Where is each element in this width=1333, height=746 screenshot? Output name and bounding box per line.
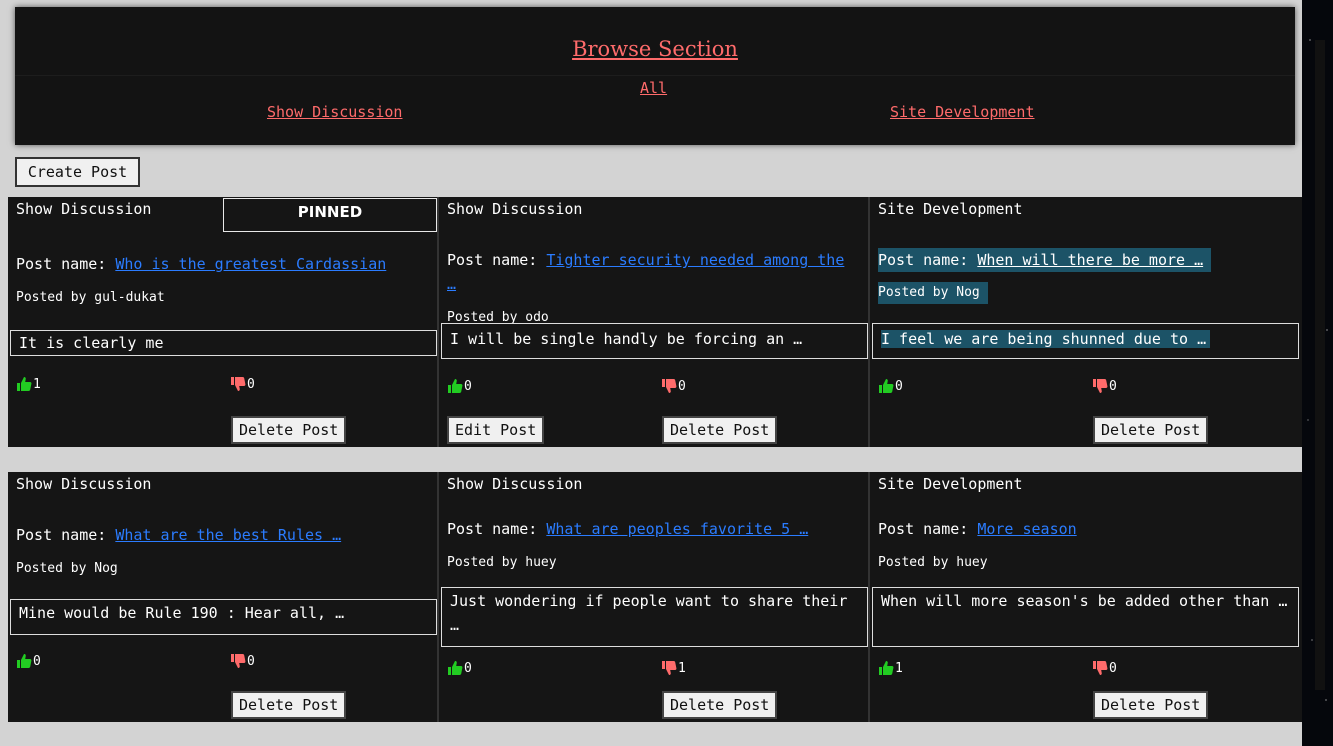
thumbs-up-icon	[879, 661, 894, 675]
upvote[interactable]: 0	[447, 378, 472, 394]
post-category: Site Development	[878, 200, 1023, 218]
downvote[interactable]: 0	[230, 653, 255, 669]
downvote[interactable]: 1	[661, 660, 686, 676]
post-category: Show Discussion	[16, 475, 152, 493]
post-name-link[interactable]: Who is the greatest Cardassian	[115, 255, 386, 273]
thumbs-up-icon	[448, 379, 463, 393]
post-card: Show Discussion PINNED Post name: Who is…	[8, 197, 439, 447]
delete-post-button[interactable]: Delete Post	[231, 691, 347, 719]
thumbs-up-icon	[17, 654, 32, 668]
post-category: Site Development	[878, 475, 1023, 493]
posts-row: Show Discussion PINNED Post name: Who is…	[8, 197, 1302, 447]
pinned-badge: PINNED	[223, 198, 437, 232]
delete-post-button[interactable]: Delete Post	[1093, 691, 1209, 719]
downvote-count: 0	[678, 378, 686, 394]
downvote-count: 0	[247, 653, 255, 669]
post-content: I feel we are being shunned due to …	[872, 323, 1299, 359]
nav-link-all[interactable]: All	[640, 79, 667, 97]
upvote-count: 1	[895, 660, 903, 676]
header-divider	[15, 75, 1295, 76]
delete-post-button[interactable]: Delete Post	[662, 691, 778, 719]
post-card: Show Discussion Post name: What are the …	[8, 472, 439, 722]
post-name-label: Post name:	[447, 520, 538, 538]
post-name-label: Post name:	[447, 251, 538, 269]
post-name-label: Post name:	[878, 251, 969, 269]
downvote-count: 0	[1109, 660, 1117, 676]
create-post-button[interactable]: Create Post	[15, 157, 140, 187]
post-content: Mine would be Rule 190 : Hear all, …	[10, 599, 437, 635]
posted-by: Posted by Nog	[878, 282, 988, 304]
upvote-count: 0	[895, 378, 903, 394]
post-content: I will be single handly be forcing an …	[441, 323, 868, 359]
post-content-text: I feel we are being shunned due to …	[881, 330, 1211, 348]
downvote-count: 1	[678, 660, 686, 676]
post-content: When will more season's be added other t…	[872, 587, 1299, 647]
thumbs-down-icon	[1093, 379, 1108, 393]
post-category: Show Discussion	[447, 200, 583, 218]
thumbs-down-icon	[662, 379, 677, 393]
downvote[interactable]: 0	[1092, 660, 1117, 676]
post-name-link[interactable]: What are peoples favorite 5 …	[546, 520, 808, 538]
upvote[interactable]: 1	[878, 660, 903, 676]
thumbs-up-icon	[448, 661, 463, 675]
post-content: It is clearly me	[10, 330, 437, 356]
posted-by: Posted by Nog	[16, 561, 118, 576]
thumbs-down-icon	[1093, 661, 1108, 675]
delete-post-button[interactable]: Delete Post	[231, 416, 347, 444]
posted-by: Posted by gul-dukat	[16, 290, 165, 305]
downvote[interactable]: 0	[1092, 378, 1117, 394]
browse-section-title[interactable]: Browse Section	[15, 37, 1295, 61]
post-name-link[interactable]: What are the best Rules …	[115, 526, 341, 544]
delete-post-button[interactable]: Delete Post	[662, 416, 778, 444]
upvote-count: 1	[33, 376, 41, 392]
post-category: Show Discussion	[16, 200, 152, 218]
posted-by: Posted by huey	[878, 555, 988, 570]
posted-by: Posted by huey	[447, 555, 557, 570]
thumbs-down-icon	[662, 661, 677, 675]
post-card: Show Discussion Post name: What are peop…	[439, 472, 870, 722]
post-name-label: Post name:	[878, 520, 969, 538]
downvote-count: 0	[1109, 378, 1117, 394]
post-name: Post name: Who is the greatest Cardassia…	[16, 252, 426, 276]
post-name-link[interactable]: More season	[977, 520, 1076, 538]
page-scrollbar[interactable]	[1315, 40, 1325, 690]
post-name-label: Post name:	[16, 255, 107, 273]
nav-link-show-discussion[interactable]: Show Discussion	[267, 103, 402, 121]
downvote-count: 0	[247, 376, 255, 392]
delete-post-button[interactable]: Delete Post	[1093, 416, 1209, 444]
post-name-label: Post name:	[16, 526, 107, 544]
downvote[interactable]: 0	[661, 378, 686, 394]
post-content: Just wondering if people want to share t…	[441, 587, 868, 647]
post-card: Site Development Post name: More season …	[870, 472, 1301, 722]
post-card: Site Development Post name: When will th…	[870, 197, 1301, 447]
thumbs-up-icon	[17, 377, 32, 391]
browse-section-header: Browse Section All Show Discussion Site …	[15, 7, 1295, 145]
upvote-count: 0	[464, 660, 472, 676]
upvote[interactable]: 0	[447, 660, 472, 676]
post-name: Post name: Tighter security needed among…	[447, 248, 857, 296]
thumbs-up-icon	[879, 379, 894, 393]
thumbs-down-icon	[231, 654, 246, 668]
post-name-link[interactable]: When will there be more …	[977, 251, 1203, 269]
post-card: Show Discussion Post name: Tighter secur…	[439, 197, 870, 447]
downvote[interactable]: 0	[230, 376, 255, 392]
post-name: Post name: What are the best Rules …	[16, 523, 426, 547]
upvote[interactable]: 0	[16, 653, 41, 669]
post-name: Post name: What are peoples favorite 5 …	[447, 517, 857, 541]
upvote-count: 0	[464, 378, 472, 394]
post-category: Show Discussion	[447, 475, 583, 493]
post-name: Post name: More season	[878, 517, 1288, 541]
nav-link-site-development[interactable]: Site Development	[890, 103, 1035, 121]
edit-post-button[interactable]: Edit Post	[447, 416, 545, 444]
post-name: Post name: When will there be more …	[878, 248, 1212, 272]
posts-row: Show Discussion Post name: What are the …	[8, 472, 1302, 722]
upvote[interactable]: 0	[878, 378, 903, 394]
thumbs-down-icon	[231, 377, 246, 391]
upvote-count: 0	[33, 653, 41, 669]
upvote[interactable]: 1	[16, 376, 41, 392]
